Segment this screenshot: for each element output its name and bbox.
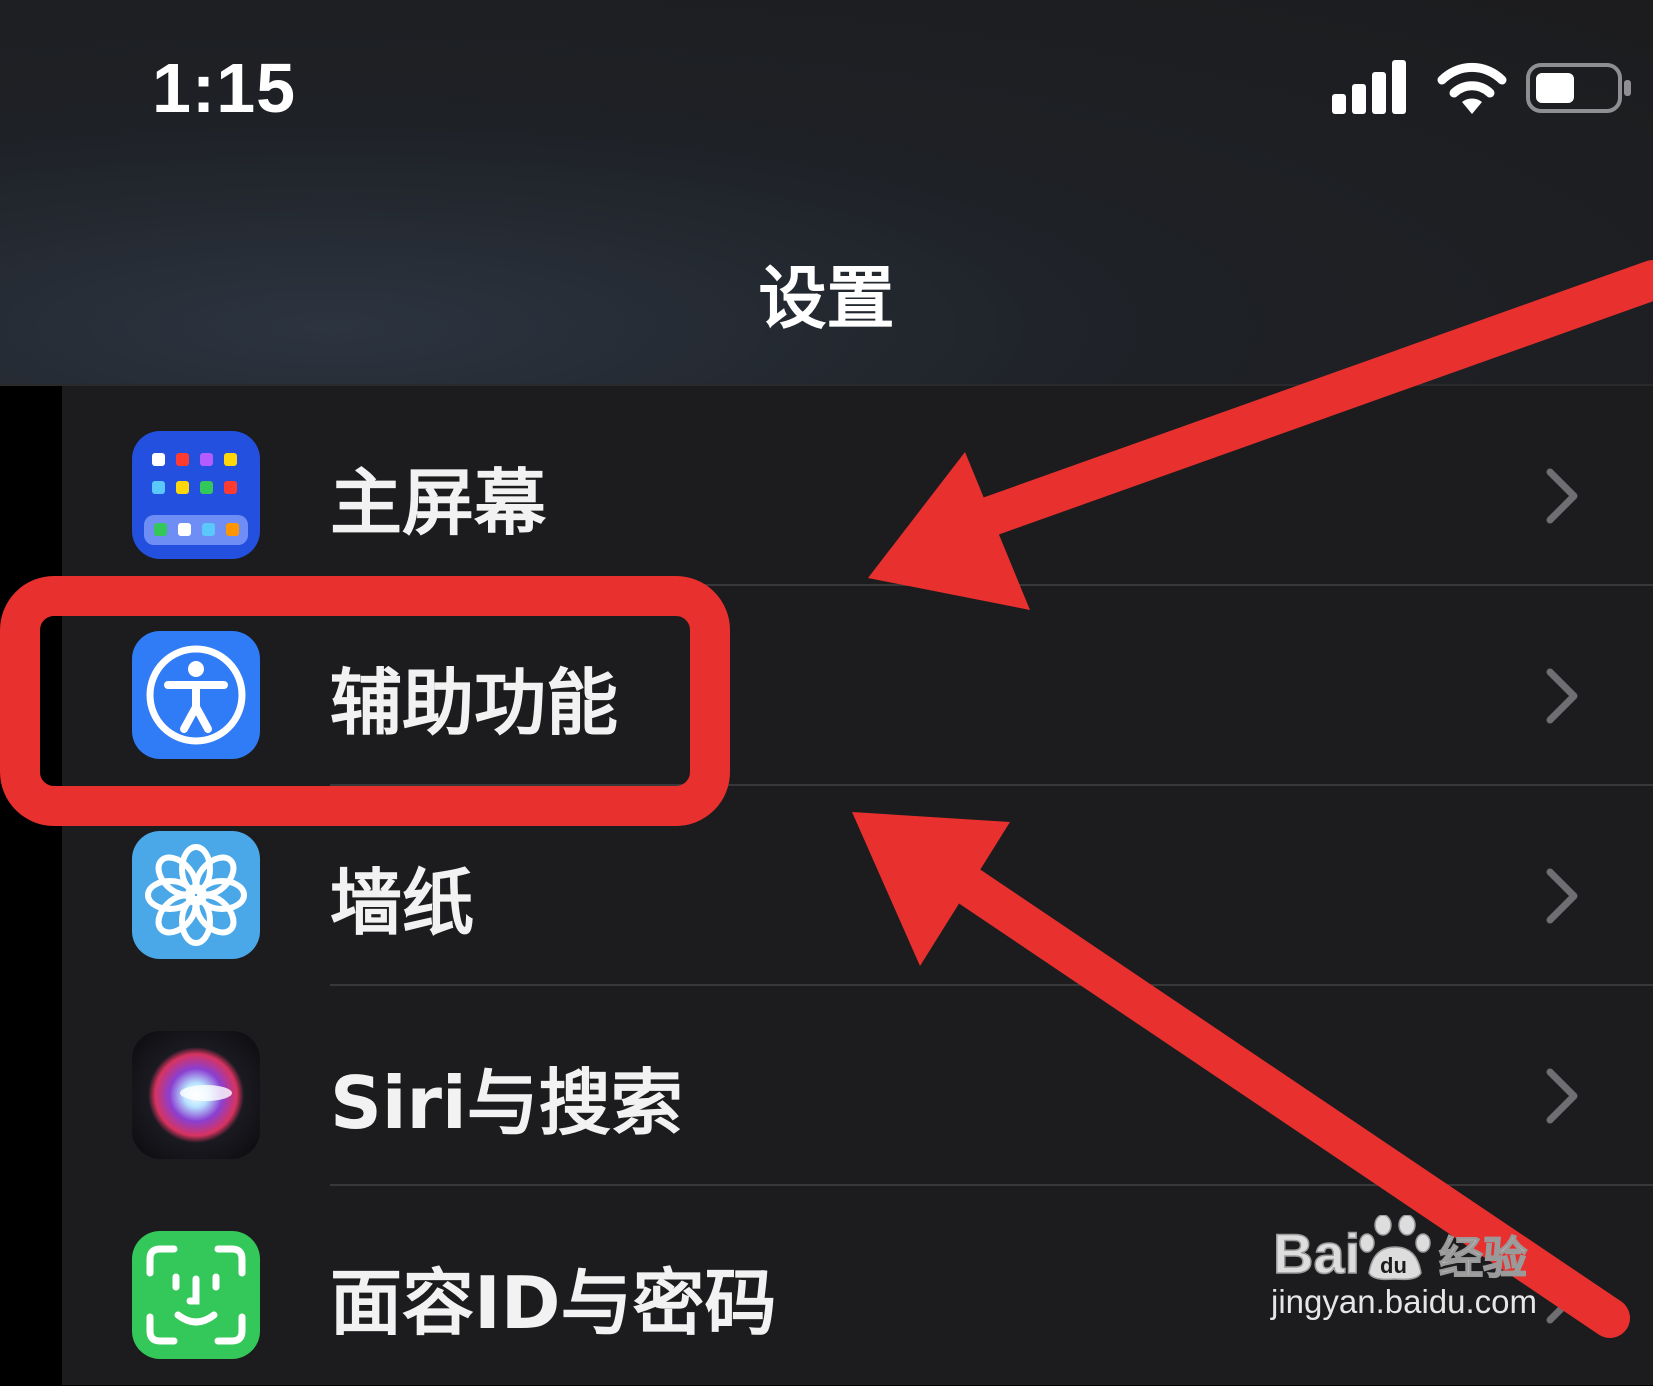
battery-icon — [1526, 63, 1631, 113]
face-id-icon — [132, 1231, 260, 1359]
status-time: 1:15 — [152, 49, 297, 127]
wallpaper-flower-icon — [132, 831, 260, 959]
watermark-url: jingyan.baidu.com — [1271, 1283, 1537, 1320]
settings-row-label: 主屏幕 — [330, 461, 547, 545]
settings-row-label: Siri与搜索 — [330, 1061, 683, 1145]
wifi-icon — [1437, 62, 1507, 114]
accessibility-icon — [132, 631, 260, 759]
settings-row-wallpaper[interactable]: 墙纸 — [62, 786, 1653, 986]
svg-text:经验: 经验 — [1439, 1233, 1527, 1284]
settings-row-label: 面容ID与密码 — [330, 1261, 777, 1345]
settings-row-accessibility[interactable]: 辅助功能 — [62, 586, 1653, 786]
settings-row-label: 墙纸 — [330, 861, 475, 945]
chevron-right-icon — [1546, 468, 1578, 524]
page-title: 设置 — [758, 260, 895, 339]
chevron-right-icon — [1546, 668, 1578, 724]
svg-text:Bai: Bai — [1273, 1222, 1360, 1285]
chevron-right-icon — [1546, 868, 1578, 924]
chevron-right-icon — [1546, 1068, 1578, 1124]
signal-icon — [1332, 60, 1406, 114]
settings-row-home-screen[interactable]: 主屏幕 — [62, 386, 1653, 586]
status-icons — [1330, 60, 1640, 120]
navigation-header: 1:15 设置 — [0, 0, 1653, 385]
svg-text:du: du — [1380, 1253, 1407, 1278]
settings-row-label: 辅助功能 — [330, 661, 619, 745]
settings-row-siri[interactable]: Siri与搜索 — [62, 986, 1653, 1186]
siri-icon — [132, 1031, 260, 1159]
home-screen-icon — [132, 431, 260, 559]
baidu-watermark: Bai du 经验 jingyan.baidu.com — [1265, 1214, 1565, 1329]
